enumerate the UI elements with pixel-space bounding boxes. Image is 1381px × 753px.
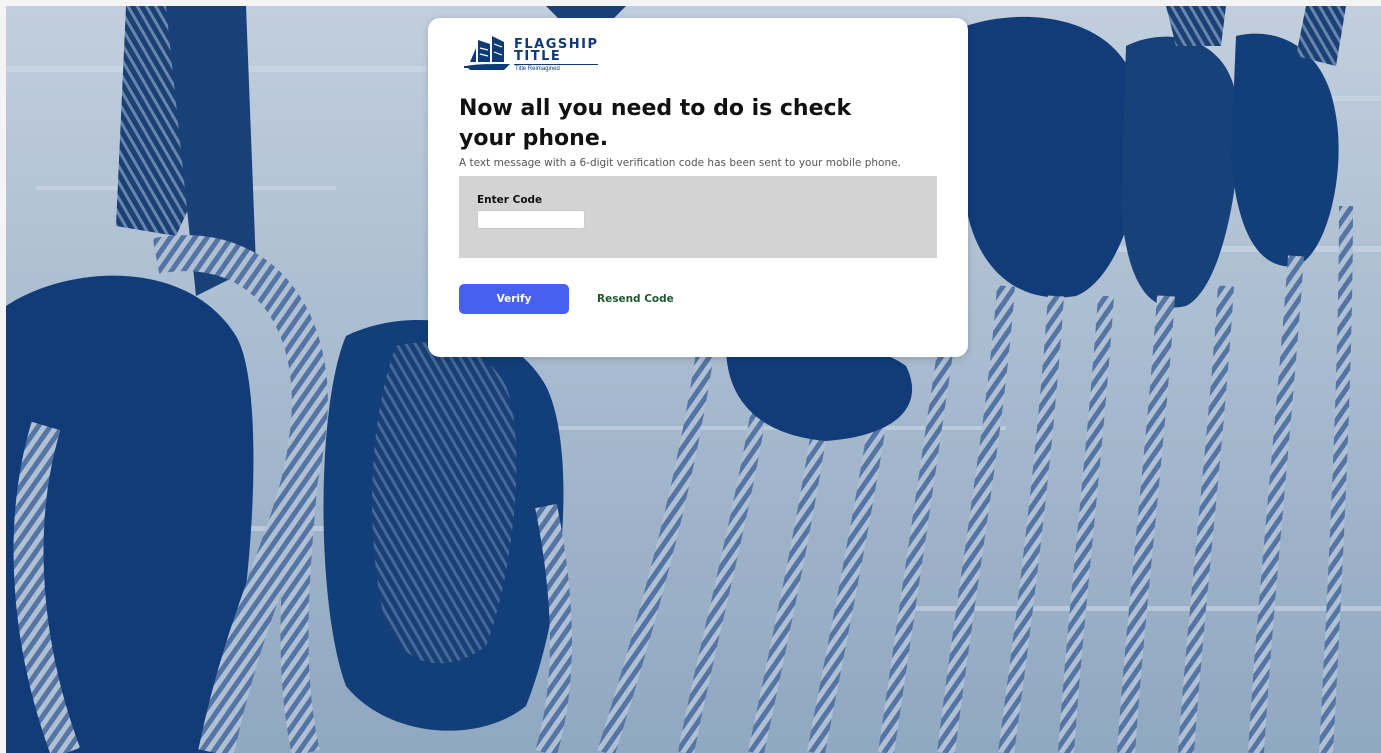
verify-button[interactable]: Verify [459,284,569,314]
brand-name-line2: TITLE [514,49,562,64]
background-photo: FLAGSHIP TITLE Title Reimagined Now all … [6,6,1381,753]
brand-tagline: Title Reimagined [515,66,560,72]
brand-logo: FLAGSHIP TITLE Title Reimagined [464,28,604,76]
verification-card: FLAGSHIP TITLE Title Reimagined Now all … [428,18,968,357]
instruction-text: A text message with a 6-digit verificati… [459,157,901,169]
resend-code-link[interactable]: Resend Code [597,293,674,305]
ship-logo-icon [464,36,510,70]
page-heading: Now all you need to do is check your pho… [459,96,852,151]
code-label: Enter Code [477,194,543,206]
logo-divider [514,64,598,65]
verification-code-input[interactable] [477,210,585,229]
code-entry-panel: Enter Code [459,176,937,258]
